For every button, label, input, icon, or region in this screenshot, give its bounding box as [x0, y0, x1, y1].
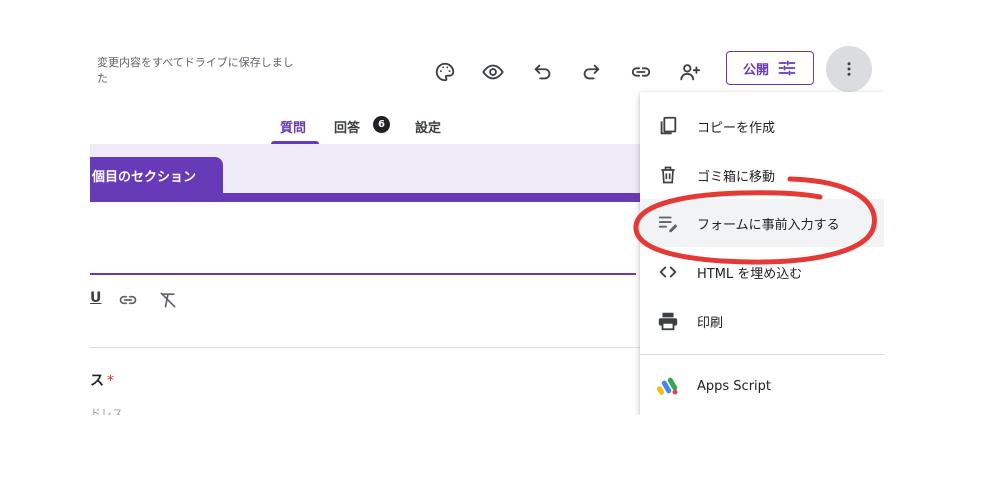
- google-forms-editor: 変更内容をすべてドライブに保存しました 公開 質問 回答 6 設定 個目のセクシ…: [90, 40, 884, 415]
- insert-link-icon[interactable]: [118, 290, 138, 314]
- tab-questions[interactable]: 質問: [280, 117, 306, 136]
- menu-item-make-copy[interactable]: コピーを作成: [640, 102, 884, 150]
- question-title: ス *: [90, 373, 114, 389]
- palette-icon[interactable]: [431, 58, 459, 86]
- menu-item-label: 印刷: [697, 315, 724, 331]
- menu-item-apps-script[interactable]: Apps Script: [640, 362, 884, 410]
- underline-format-button[interactable]: U: [90, 290, 101, 306]
- section-header-tab: 個目のセクション: [90, 157, 223, 193]
- print-icon: [656, 309, 680, 333]
- undo-icon[interactable]: [529, 58, 557, 86]
- required-asterisk: *: [107, 373, 114, 389]
- more-options-button[interactable]: [826, 46, 872, 92]
- menu-item-label: Apps Script: [697, 378, 772, 394]
- publish-button[interactable]: 公開: [726, 51, 814, 85]
- clear-formatting-icon[interactable]: [158, 290, 178, 314]
- menu-item-label: コピーを作成: [697, 120, 776, 136]
- save-status: 変更内容をすべてドライブに保存しました: [97, 56, 294, 85]
- copy-icon: [656, 114, 680, 138]
- preview-eye-icon[interactable]: [479, 58, 507, 86]
- section-title-field[interactable]: [90, 273, 636, 275]
- menu-divider: [640, 354, 884, 355]
- tab-responses[interactable]: 回答: [334, 117, 360, 136]
- more-vert-icon: [847, 62, 851, 76]
- publish-settings-icon: [778, 60, 796, 76]
- responses-count-badge: 6: [373, 116, 390, 133]
- link-icon[interactable]: [627, 58, 655, 86]
- tab-settings[interactable]: 設定: [415, 117, 441, 136]
- annotation-ellipse: [633, 176, 877, 265]
- redo-icon[interactable]: [577, 58, 605, 86]
- apps-script-icon: [656, 374, 680, 398]
- publish-label: 公開: [742, 62, 769, 78]
- add-collaborator-icon[interactable]: [676, 58, 704, 86]
- menu-item-print[interactable]: 印刷: [640, 297, 884, 345]
- question-placeholder: ドレス: [90, 407, 123, 415]
